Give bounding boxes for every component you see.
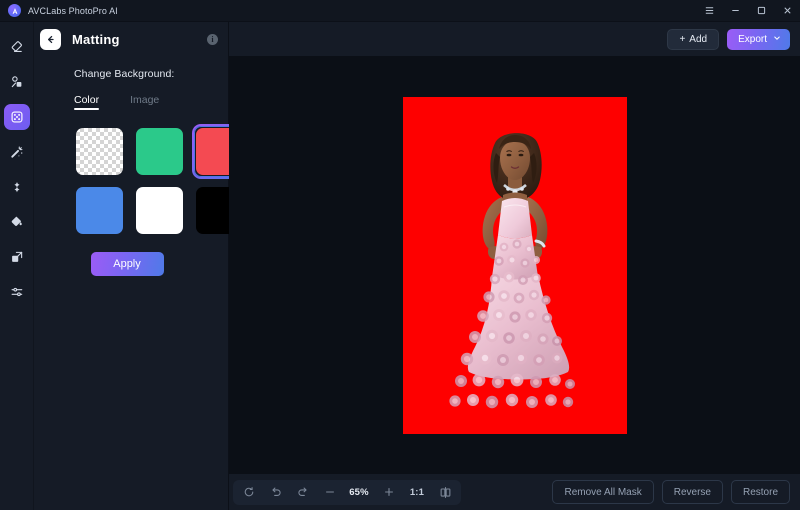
- main-header: + Add Export: [229, 22, 800, 56]
- app-logo-icon: [8, 4, 21, 17]
- zoom-out-button[interactable]: [316, 480, 343, 505]
- fit-ratio-button[interactable]: 1:1: [402, 480, 432, 505]
- app-body: Matting i Change Background: Color Image: [0, 22, 800, 510]
- app-title: AVCLabs PhotoPro AI: [28, 5, 118, 16]
- bottom-toolbar: 65% 1:1 Remove All Mask Reverse Restore: [229, 474, 800, 510]
- zoom-controls: 65% 1:1: [233, 479, 461, 505]
- chevron-down-icon: [773, 34, 781, 45]
- info-icon[interactable]: i: [207, 33, 218, 45]
- rail-item-magic-wand[interactable]: [4, 139, 30, 165]
- apply-row: Apply: [34, 252, 228, 276]
- page-title: Matting: [72, 31, 120, 47]
- rail-item-paint-bucket[interactable]: [4, 209, 30, 235]
- close-icon[interactable]: [774, 0, 800, 22]
- panel-header: Matting i: [34, 22, 228, 56]
- swatch-white[interactable]: [132, 183, 187, 238]
- swatch-transparent-fill: [76, 128, 123, 175]
- color-swatch-grid: [34, 124, 243, 238]
- subject-figure: [448, 132, 575, 408]
- tab-image[interactable]: Image: [130, 94, 159, 110]
- image-canvas[interactable]: [229, 56, 800, 474]
- apply-button[interactable]: Apply: [90, 252, 164, 276]
- rail-item-enhance-sparkle[interactable]: [4, 174, 30, 200]
- swatch-white-fill: [136, 187, 183, 234]
- rail-item-matting[interactable]: [3, 104, 30, 130]
- app-window: AVCLabs PhotoPro AI Matting i Change Bac…: [0, 0, 800, 510]
- export-button-label: Export: [738, 33, 767, 45]
- zoom-in-button[interactable]: [375, 480, 402, 505]
- minimize-icon[interactable]: [722, 0, 748, 22]
- add-button[interactable]: + Add: [667, 28, 720, 50]
- main-area: + Add Export 65% 1:1 Remove All Mask Rev…: [229, 22, 800, 510]
- swatch-blue[interactable]: [72, 183, 127, 238]
- zoom-level-label: 65%: [349, 486, 369, 498]
- remove-all-mask-button[interactable]: Remove All Mask: [552, 480, 654, 504]
- export-button[interactable]: Export: [727, 28, 790, 50]
- swatch-green-fill: [136, 128, 183, 175]
- reset-icon[interactable]: [235, 480, 262, 505]
- add-button-label: Add: [689, 33, 708, 45]
- panel-body: Change Background: Color Image Apply: [34, 56, 243, 276]
- section-label: Change Background:: [74, 68, 175, 80]
- window-controls: [696, 0, 800, 22]
- background-type-tabs: Color Image: [34, 94, 228, 110]
- matting-panel: Matting i Change Background: Color Image: [34, 22, 243, 510]
- rail-item-object-remove[interactable]: [4, 69, 30, 95]
- redo-icon[interactable]: [289, 480, 316, 505]
- reverse-button[interactable]: Reverse: [661, 480, 723, 504]
- rail-item-resize[interactable]: [4, 244, 30, 270]
- mask-actions: Remove All Mask Reverse Restore: [552, 480, 790, 504]
- rail-item-eraser[interactable]: [4, 34, 30, 60]
- tool-rail: [0, 22, 34, 510]
- compare-split-icon[interactable]: [432, 480, 459, 505]
- undo-icon[interactable]: [262, 480, 289, 505]
- back-arrow-icon[interactable]: [40, 28, 61, 50]
- swatch-blue-fill: [76, 187, 123, 234]
- photo-preview[interactable]: [402, 96, 627, 434]
- title-bar: AVCLabs PhotoPro AI: [0, 0, 800, 22]
- swatch-green[interactable]: [132, 124, 187, 179]
- restore-button[interactable]: Restore: [730, 480, 790, 504]
- rail-item-adjust-sliders[interactable]: [4, 279, 30, 305]
- hamburger-menu-icon[interactable]: [696, 0, 722, 22]
- maximize-icon[interactable]: [748, 0, 774, 22]
- plus-icon: +: [679, 33, 686, 45]
- tab-color[interactable]: Color: [74, 94, 100, 110]
- swatch-transparent[interactable]: [72, 124, 127, 179]
